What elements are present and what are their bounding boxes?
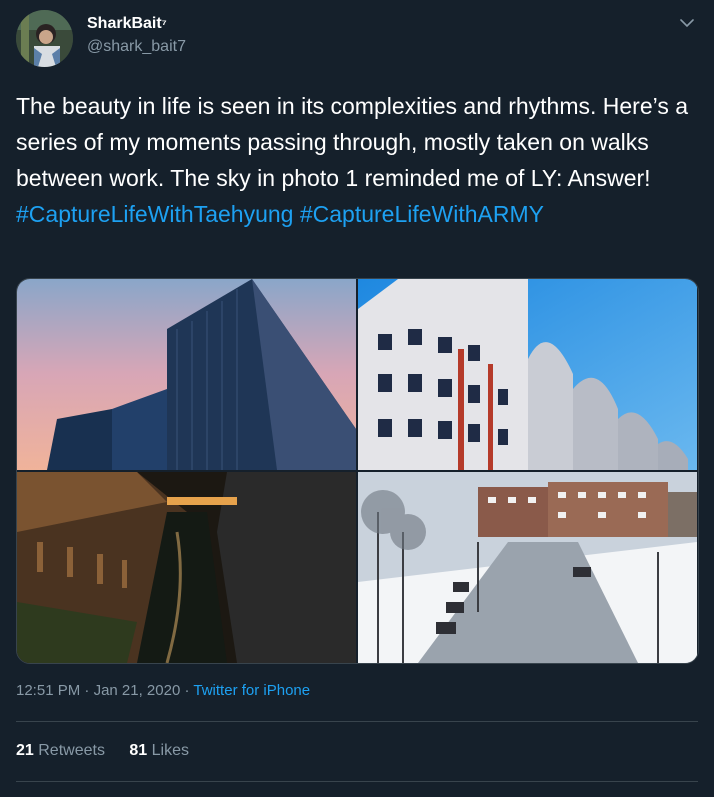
more-options-button[interactable] [676, 12, 698, 34]
avatar[interactable] [16, 10, 73, 67]
meta-separator: · [184, 682, 190, 699]
retweets-stat[interactable]: 21 Retweets [16, 741, 105, 761]
retweets-label: Retweets [38, 742, 105, 759]
divider [16, 781, 698, 782]
user-handle[interactable]: @shark_bait7 [87, 37, 186, 57]
tweet-time[interactable]: 12:51 PM [16, 682, 80, 699]
retweets-count: 21 [16, 742, 34, 759]
display-name[interactable]: SharkBait⁷ [87, 14, 167, 34]
photo-2[interactable] [358, 279, 697, 470]
tweet-text: The beauty in life is seen in its comple… [16, 88, 700, 232]
display-name-text: SharkBait [87, 15, 162, 32]
photo-4-image [358, 472, 697, 663]
media-grid [16, 278, 699, 664]
photo-1[interactable] [17, 279, 356, 470]
divider [16, 721, 698, 722]
tweet: SharkBait⁷ @shark_bait7 The beauty in li… [0, 0, 714, 797]
likes-count: 81 [129, 742, 148, 759]
meta-separator: · [84, 682, 90, 699]
name-suffix: ⁷ [161, 17, 167, 31]
tweet-date[interactable]: Jan 21, 2020 [94, 682, 181, 699]
tweet-stats: 21 Retweets 81 Likes [16, 741, 209, 761]
tweet-body: The beauty in life is seen in its comple… [16, 93, 695, 191]
likes-stat[interactable]: 81 Likes [129, 741, 189, 761]
chevron-down-icon [680, 18, 694, 27]
hashtag-link[interactable]: #CaptureLifeWithTaehyung [16, 201, 293, 227]
photo-3[interactable] [17, 472, 356, 663]
tweet-meta: 12:51 PM · Jan 21, 2020 · Twitter for iP… [16, 681, 310, 701]
photo-1-image [17, 279, 356, 470]
avatar-image [16, 10, 73, 67]
hashtag-link[interactable]: #CaptureLifeWithARMY [300, 201, 544, 227]
tweet-source-link[interactable]: Twitter for iPhone [193, 682, 310, 699]
photo-2-image [358, 279, 697, 470]
photo-4[interactable] [358, 472, 697, 663]
likes-label: Likes [151, 742, 190, 759]
photo-3-image [17, 472, 356, 663]
